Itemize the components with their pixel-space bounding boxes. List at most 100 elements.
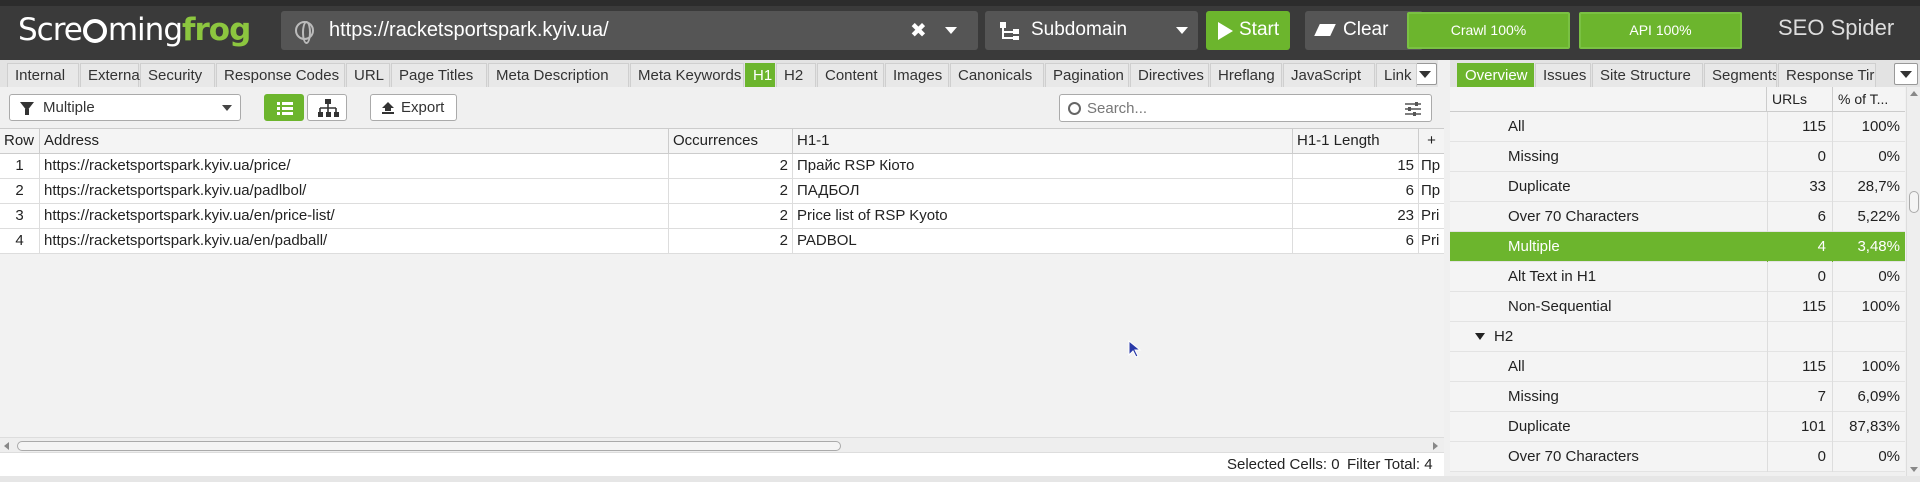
- tab-javascript[interactable]: JavaScript: [1283, 63, 1375, 87]
- cell-h1[interactable]: Прайс RSP Кіото: [793, 154, 1293, 179]
- horizontal-scrollbar[interactable]: [0, 437, 1444, 453]
- scroll-up-icon[interactable]: [1910, 91, 1918, 96]
- cell-address[interactable]: https://racketsportspark.kyiv.ua/en/pric…: [40, 204, 669, 229]
- overview-header-percent[interactable]: % of T...: [1833, 87, 1905, 112]
- overview-item[interactable]: All 115 100%: [1450, 352, 1905, 382]
- cell-occurrences[interactable]: 2: [669, 229, 793, 254]
- more-panel-tabs-dropdown[interactable]: [1894, 63, 1918, 85]
- overview-item[interactable]: Missing 7 6,09%: [1450, 382, 1905, 412]
- tab-url[interactable]: URL: [346, 63, 390, 87]
- tab-meta-description[interactable]: Meta Description: [488, 63, 629, 87]
- panel-tab-overview[interactable]: Overview: [1457, 63, 1534, 87]
- cell-h1[interactable]: PADBOL: [793, 229, 1293, 254]
- column-header-row[interactable]: Row: [0, 129, 40, 154]
- list-view-button[interactable]: [264, 94, 304, 121]
- column-header-address[interactable]: Address: [40, 129, 669, 154]
- vertical-scrollbar[interactable]: [1906, 87, 1920, 476]
- crawl-mode-select[interactable]: Subdomain: [985, 11, 1198, 50]
- expand-triangle-icon[interactable]: [1475, 333, 1485, 340]
- table-row[interactable]: 2 https://racketsportspark.kyiv.ua/padlbo…: [0, 179, 1444, 204]
- overview-item[interactable]: Missing 0 0%: [1450, 142, 1905, 172]
- cell-overflow[interactable]: Pri: [1419, 229, 1444, 254]
- tab-external[interactable]: External: [80, 63, 143, 87]
- scroll-down-icon[interactable]: [1910, 467, 1918, 472]
- cell-occurrences[interactable]: 2: [669, 179, 793, 204]
- overview-item-count: [1767, 322, 1833, 352]
- tab-page-titles[interactable]: Page Titles: [391, 63, 487, 87]
- horizontal-scroll-thumb[interactable]: [17, 441, 841, 451]
- overview-group-h2[interactable]: H2: [1450, 322, 1905, 352]
- overview-item[interactable]: Over 70 Characters 6 5,22%: [1450, 202, 1905, 232]
- tab-directives[interactable]: Directives: [1130, 63, 1209, 87]
- panel-tab-site-structure[interactable]: Site Structure: [1592, 63, 1703, 87]
- start-button[interactable]: Start: [1206, 11, 1290, 50]
- tab-content[interactable]: Content: [817, 63, 884, 87]
- overview-item[interactable]: Over 70 Characters 0 0%: [1450, 442, 1905, 472]
- overview-item[interactable]: Duplicate 101 87,83%: [1450, 412, 1905, 442]
- cell-row[interactable]: 4: [0, 229, 40, 254]
- column-header-h1-length[interactable]: H1-1 Length: [1293, 129, 1419, 154]
- cell-overflow[interactable]: Пр: [1419, 154, 1444, 179]
- tab-pagination[interactable]: Pagination: [1045, 63, 1129, 87]
- cell-h1-length[interactable]: 23: [1293, 204, 1419, 229]
- cell-row[interactable]: 3: [0, 204, 40, 229]
- cell-h1-length[interactable]: 6: [1293, 229, 1419, 254]
- tab-h2[interactable]: H2: [776, 63, 816, 87]
- cell-address[interactable]: https://racketsportspark.kyiv.ua/price/: [40, 154, 669, 179]
- export-button[interactable]: Export: [370, 94, 457, 121]
- cell-row[interactable]: 1: [0, 154, 40, 179]
- scroll-left-icon[interactable]: [4, 442, 9, 450]
- cell-address[interactable]: https://racketsportspark.kyiv.ua/padlbol…: [40, 179, 669, 204]
- cell-overflow[interactable]: Пр: [1419, 179, 1444, 204]
- tab-images[interactable]: Images: [885, 63, 949, 87]
- vertical-scroll-thumb[interactable]: [1909, 191, 1919, 213]
- cell-h1-length[interactable]: 6: [1293, 179, 1419, 204]
- overview-item[interactable]: All 115 100%: [1450, 112, 1905, 142]
- tree-view-button[interactable]: [307, 94, 347, 121]
- cell-h1-length[interactable]: 15: [1293, 154, 1419, 179]
- clear-url-icon[interactable]: ✖: [910, 18, 927, 43]
- overview-item[interactable]: Multiple 4 3,48%: [1450, 232, 1905, 262]
- search-input[interactable]: [1087, 99, 1387, 118]
- panel-tab-segments[interactable]: Segments: [1704, 63, 1777, 87]
- cell-address[interactable]: https://racketsportspark.kyiv.ua/en/padb…: [40, 229, 669, 254]
- scroll-right-icon[interactable]: [1433, 442, 1438, 450]
- tab-security[interactable]: Security: [140, 63, 215, 87]
- tab-canonicals[interactable]: Canonicals: [950, 63, 1044, 87]
- table-row[interactable]: 3 https://racketsportspark.kyiv.ua/en/pri…: [0, 204, 1444, 229]
- url-input[interactable]: https://racketsportspark.kyiv.ua/: [329, 19, 609, 42]
- overview-item-count: 0: [1767, 442, 1833, 472]
- tab-h1[interactable]: H1: [745, 63, 775, 87]
- cell-occurrences[interactable]: 2: [669, 154, 793, 179]
- tab-internal[interactable]: Internal: [7, 63, 79, 87]
- filter-select[interactable]: Multiple: [9, 94, 241, 121]
- search-options-icon[interactable]: [1404, 101, 1422, 117]
- tab-meta-keywords[interactable]: Meta Keywords: [630, 63, 744, 87]
- panel-tab-issues[interactable]: Issues: [1535, 63, 1591, 87]
- clear-button[interactable]: Clear: [1305, 11, 1423, 50]
- filter-toolbar: Multiple Export: [0, 87, 1438, 128]
- cell-overflow[interactable]: Pri: [1419, 204, 1444, 229]
- status-bar: Selected Cells: 0 Filter Total: 4: [0, 452, 1444, 476]
- search-box[interactable]: [1059, 94, 1432, 122]
- overview-item[interactable]: Non-Sequential 115 100%: [1450, 292, 1905, 322]
- column-header-occurrences[interactable]: Occurrences: [669, 129, 793, 154]
- url-history-dropdown-icon[interactable]: [945, 27, 957, 34]
- overview-header-urls[interactable]: URLs: [1767, 87, 1833, 112]
- column-header-h1[interactable]: H1-1: [793, 129, 1293, 154]
- panel-tab-response-tir[interactable]: Response Tir: [1778, 63, 1876, 87]
- overview-item-percent: 5,22%: [1857, 208, 1900, 225]
- table-row[interactable]: 4 https://racketsportspark.kyiv.ua/en/pad…: [0, 229, 1444, 254]
- cell-row[interactable]: 2: [0, 179, 40, 204]
- tab-hreflang[interactable]: Hreflang: [1210, 63, 1282, 87]
- tab-response-codes[interactable]: Response Codes: [216, 63, 345, 87]
- cell-h1[interactable]: Price list of RSP Kyoto: [793, 204, 1293, 229]
- cell-occurrences[interactable]: 2: [669, 204, 793, 229]
- overview-item[interactable]: Duplicate 33 28,7%: [1450, 172, 1905, 202]
- cell-h1[interactable]: ПАДБОЛ: [793, 179, 1293, 204]
- add-column-button[interactable]: +: [1419, 129, 1444, 154]
- table-row[interactable]: 1 https://racketsportspark.kyiv.ua/price/…: [0, 154, 1444, 179]
- tab-link[interactable]: Link: [1376, 63, 1417, 87]
- url-input-box[interactable]: https://racketsportspark.kyiv.ua/ ✖: [281, 11, 978, 50]
- overview-item[interactable]: Alt Text in H1 0 0%: [1450, 262, 1905, 292]
